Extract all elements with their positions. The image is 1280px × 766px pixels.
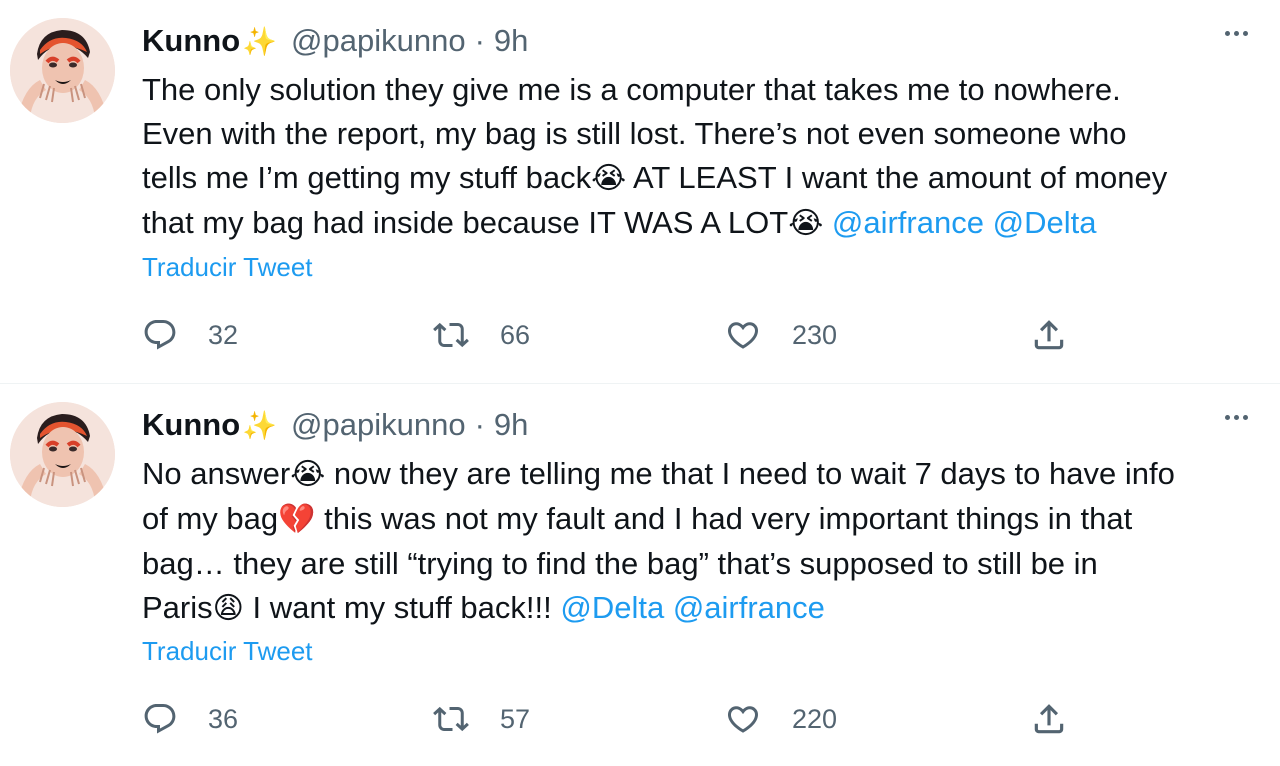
reply-button[interactable]: 32	[142, 310, 238, 360]
retweet-button[interactable]: 66	[432, 310, 530, 360]
broken-heart-emoji: 💔	[278, 503, 316, 536]
tweet[interactable]: Kunno ✨ @papikunno · 9h The only solutio…	[0, 0, 1280, 383]
reply-count: 36	[208, 703, 239, 734]
more-options-button[interactable]	[1225, 415, 1248, 420]
crying-emoji: 😭	[290, 458, 326, 491]
mention-link[interactable]: @Delta	[993, 205, 1097, 240]
username-handle[interactable]: @papikunno	[291, 23, 466, 59]
sparkle-emoji: ✨	[242, 409, 278, 441]
more-icon	[1225, 31, 1230, 36]
tweet[interactable]: Kunno ✨ @papikunno · 9h No answer😭 now t…	[0, 383, 1280, 766]
retweet-count: 57	[500, 703, 531, 734]
translate-tweet-link[interactable]: Traducir Tweet	[142, 636, 313, 667]
tweet-text-line: Even with the report, my bag is still lo…	[142, 116, 1127, 151]
username-handle[interactable]: @papikunno	[291, 407, 466, 443]
share-icon	[1034, 704, 1064, 734]
separator-dot: ·	[474, 23, 485, 58]
retweet-count: 66	[500, 319, 531, 350]
more-icon	[1225, 415, 1230, 420]
tweet-text: No answer😭 now they are telling me that …	[142, 452, 1262, 631]
sparkle-emoji: ✨	[242, 25, 278, 57]
retweet-button[interactable]: 57	[432, 694, 530, 744]
like-count: 230	[792, 319, 838, 350]
avatar[interactable]	[10, 402, 115, 507]
heart-icon	[727, 322, 759, 349]
mention-link[interactable]: @Delta	[560, 590, 664, 625]
tweet-feed: Kunno ✨ @papikunno · 9h The only solutio…	[0, 0, 1280, 766]
more-options-button[interactable]	[1225, 31, 1248, 36]
tweet-header: Kunno ✨ @papikunno · 9h	[142, 402, 528, 448]
reply-icon	[144, 704, 176, 734]
timestamp[interactable]: 9h	[494, 23, 528, 59]
tweet-text-line: Paris😩 I want my stuff back!!! @Delta @a…	[142, 590, 825, 625]
tweet-actions: 36 57 220	[142, 694, 1082, 744]
translate-tweet-link[interactable]: Traducir Tweet	[142, 252, 313, 283]
share-icon	[1034, 320, 1064, 350]
tweet-actions: 32 66 230	[142, 310, 1082, 360]
retweet-icon	[433, 706, 469, 732]
reply-button[interactable]: 36	[142, 694, 238, 744]
retweet-icon	[433, 322, 469, 348]
avatar-image	[10, 402, 115, 507]
like-count: 220	[792, 703, 838, 734]
share-button[interactable]	[1030, 694, 1068, 744]
tweet-text-line: of my bag💔 this was not my fault and I h…	[142, 501, 1133, 536]
separator-dot: ·	[474, 407, 485, 442]
tweet-text-line: that my bag had inside because IT WAS A …	[142, 205, 1097, 240]
heart-icon	[727, 706, 759, 733]
weary-emoji: 😩	[212, 592, 244, 625]
mention-link[interactable]: @airfrance	[673, 590, 825, 625]
tweet-text-line: No answer😭 now they are telling me that …	[142, 456, 1175, 491]
like-button[interactable]: 230	[724, 310, 837, 360]
reply-icon	[144, 320, 176, 350]
crying-emoji: 😭	[591, 162, 627, 195]
mention-link[interactable]: @airfrance	[832, 205, 984, 240]
share-button[interactable]	[1030, 310, 1068, 360]
timestamp[interactable]: 9h	[494, 407, 528, 443]
tweet-text-line: tells me I’m getting my stuff back😭 AT L…	[142, 160, 1168, 195]
avatar-image	[10, 18, 115, 123]
avatar[interactable]	[10, 18, 115, 123]
display-name[interactable]: Kunno	[142, 407, 240, 443]
like-button[interactable]: 220	[724, 694, 837, 744]
tweet-text-line: bag… they are still “trying to find the …	[142, 546, 1098, 581]
tweet-text-line: The only solution they give me is a comp…	[142, 72, 1121, 107]
tweet-header: Kunno ✨ @papikunno · 9h	[142, 18, 528, 64]
crying-emoji: 😭	[788, 207, 824, 240]
reply-count: 32	[208, 319, 239, 350]
tweet-text: The only solution they give me is a comp…	[142, 68, 1262, 246]
display-name[interactable]: Kunno	[142, 23, 240, 59]
